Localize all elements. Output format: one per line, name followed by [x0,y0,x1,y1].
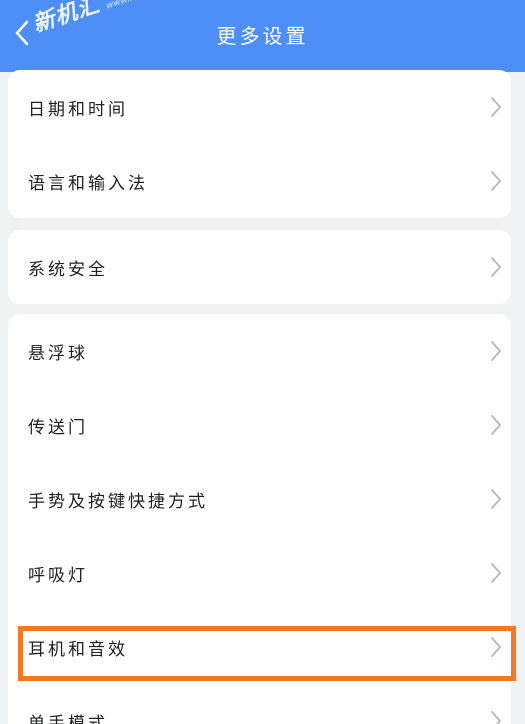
page-title: 更多设置 [216,24,309,48]
settings-item-label: 手势及按键快捷方式 [28,491,208,512]
chevron-right-icon [491,489,501,509]
settings-item-language-input[interactable]: 语言和输入法 [8,144,511,218]
settings-group-shortcuts: 悬浮球 传送门 手势及按键快捷方式 呼吸灯 耳机和音效 单手模式 [8,314,511,724]
chevron-right-icon [491,97,501,117]
settings-item-label: 悬浮球 [28,343,88,364]
chevron-right-icon [491,637,501,657]
settings-item-gestures-shortcuts[interactable]: 手势及按键快捷方式 [8,462,511,536]
settings-item-one-hand-mode[interactable]: 单手模式 [8,684,511,724]
settings-item-system-security[interactable]: 系统安全 [8,230,511,304]
settings-item-headphones-audio[interactable]: 耳机和音效 [8,610,511,684]
settings-item-label: 日期和时间 [28,99,128,120]
chevron-right-icon [491,563,501,583]
settings-item-label: 系统安全 [28,259,108,280]
chevron-right-icon [491,415,501,435]
settings-item-date-time[interactable]: 日期和时间 [8,70,511,144]
settings-item-portal[interactable]: 传送门 [8,388,511,462]
chevron-right-icon [491,341,501,361]
settings-item-floating-ball[interactable]: 悬浮球 [8,314,511,388]
settings-item-label: 传送门 [28,417,88,438]
settings-item-label: 语言和输入法 [28,173,148,194]
chevron-right-icon [491,257,501,277]
settings-group-datetime-language: 日期和时间 语言和输入法 [8,70,511,218]
settings-item-label: 耳机和音效 [28,639,128,660]
chevron-right-icon [491,171,501,191]
settings-item-breathing-light[interactable]: 呼吸灯 [8,536,511,610]
top-bar: 新机汇www.xianshua.net 更多设置 [0,0,525,72]
settings-item-label: 呼吸灯 [28,565,88,586]
settings-item-label: 单手模式 [28,713,108,724]
chevron-right-icon [491,711,501,724]
settings-group-security: 系统安全 [8,230,511,304]
